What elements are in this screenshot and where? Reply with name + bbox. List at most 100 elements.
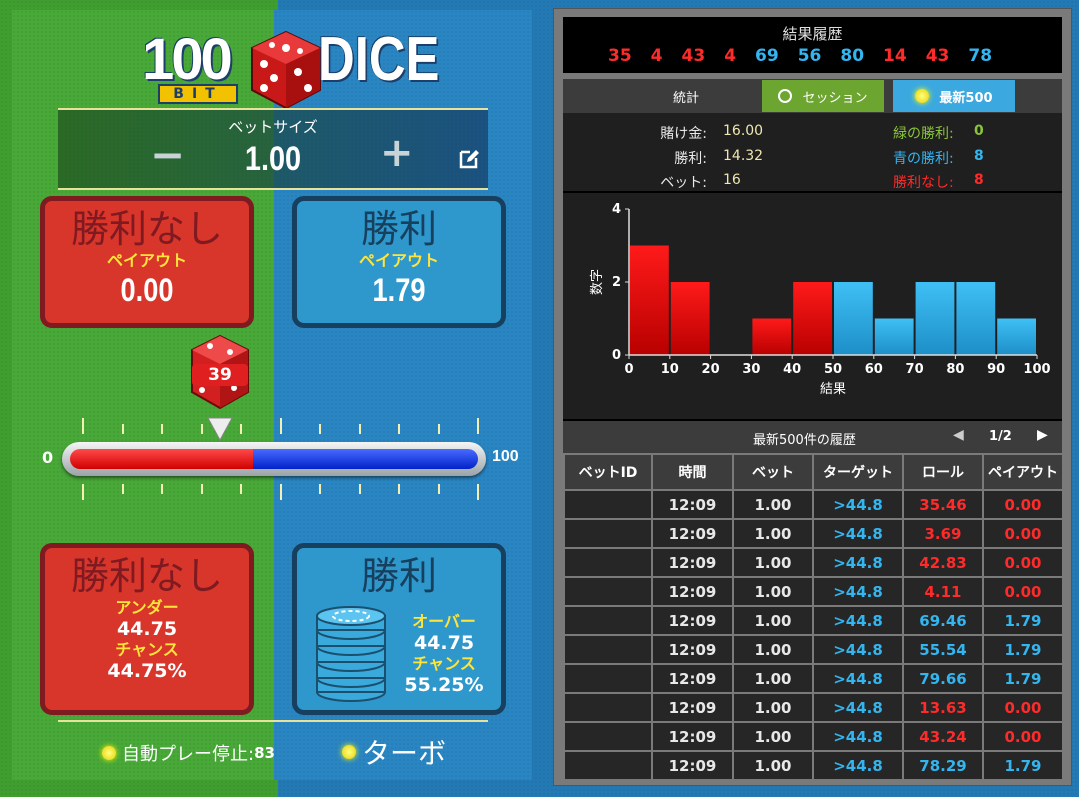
table-body: 12:09 1.00 >44.8 35.46 0.00 12:09 1.00 >44.8 3.6… bbox=[563, 489, 1064, 781]
slider-fill bbox=[70, 449, 478, 469]
target-cell: >44.8 bbox=[812, 750, 904, 781]
roll-cell: 13.63 bbox=[902, 692, 984, 723]
history-table-header: 最新500件の履歴 ◀ 1/2 ▶ bbox=[563, 421, 1062, 453]
payout-cell: 1.79 bbox=[982, 750, 1064, 781]
marker-value: 39 bbox=[192, 364, 248, 386]
bet-id-cell bbox=[563, 663, 653, 694]
roll-cell: 42.83 bbox=[902, 547, 984, 578]
table-row: 12:09 1.00 >44.8 43.24 0.00 bbox=[563, 721, 1064, 752]
bet-cell: 1.00 bbox=[732, 663, 814, 694]
win-payout-card[interactable]: 勝利 ペイアウト 1.79 bbox=[292, 196, 506, 328]
latest-500-button[interactable]: 最新500 bbox=[893, 80, 1015, 112]
autoplay-toggle[interactable]: 自動プレー停止: 83 bbox=[102, 740, 275, 766]
slider-track[interactable] bbox=[62, 442, 486, 476]
table-column-header: ロール bbox=[902, 453, 984, 491]
result-history-value: 14 bbox=[883, 46, 907, 66]
lose-payout-card[interactable]: 勝利なし ペイアウト 0.00 bbox=[40, 196, 254, 328]
dice-icon bbox=[251, 30, 321, 110]
wager-value: 16.00 bbox=[723, 123, 764, 139]
page: 100 BIT DICE ベットサイズ − 1.00 + 勝利なし ペイアウト … bbox=[0, 0, 1079, 797]
bet-size-label: ベットサイズ bbox=[228, 118, 318, 136]
target-cell: >44.8 bbox=[812, 634, 904, 665]
x-axis-label: 結果 bbox=[820, 382, 846, 397]
over-card-title: 勝利 bbox=[360, 554, 437, 598]
time-cell: 12:09 bbox=[651, 750, 734, 781]
bet-increase-button[interactable]: + bbox=[380, 130, 414, 176]
histogram-svg: 0 10 20 30 40 50 60 70 80 90 100 0 2 4 結果 数字 bbox=[590, 202, 1051, 397]
target-cell: >44.8 bbox=[812, 605, 904, 636]
logo-word: DICE bbox=[318, 25, 440, 94]
slider-tick bbox=[437, 424, 440, 434]
table-column-header: ターゲット bbox=[812, 453, 904, 491]
result-history-value: 80 bbox=[840, 46, 865, 66]
result-history-list: 35 4 43 4 69 56 80 14 43 78 bbox=[608, 46, 1011, 66]
bet-id-cell bbox=[563, 692, 653, 723]
slider-max-label: 100 bbox=[492, 448, 519, 465]
no-wins-label: 勝利なし: bbox=[893, 175, 954, 191]
under-chance-value: 44.75% bbox=[107, 660, 187, 682]
result-histogram: 0 10 20 30 40 50 60 70 80 90 100 0 2 4 結果 数字 bbox=[563, 191, 1062, 425]
chip-stack-icon bbox=[316, 606, 386, 702]
win-payout-title: 勝利 bbox=[360, 207, 437, 251]
no-wins-value: 8 bbox=[974, 172, 984, 188]
x-tick-label: 30 bbox=[742, 362, 760, 377]
under-card[interactable]: 勝利なし アンダー 44.75 チャンス 44.75% bbox=[40, 543, 254, 715]
wins-value: 14.32 bbox=[723, 148, 764, 164]
bet-id-cell bbox=[563, 489, 653, 520]
histogram-bar bbox=[997, 318, 1036, 355]
payout-cell: 0.00 bbox=[982, 721, 1064, 752]
session-button[interactable]: セッション bbox=[762, 80, 884, 112]
bet-id-cell bbox=[563, 634, 653, 665]
y-tick-label: 2 bbox=[612, 275, 621, 290]
table-column-header: ベットID bbox=[563, 453, 653, 491]
table-header-row: ベットID 時間 ベット ターゲット ロール ペイアウト bbox=[563, 453, 1064, 491]
x-tick-label: 60 bbox=[865, 362, 883, 377]
x-tick-label: 40 bbox=[783, 362, 801, 377]
roll-cell: 55.54 bbox=[902, 634, 984, 665]
bet-id-cell bbox=[563, 605, 653, 636]
bets-value: 16 bbox=[723, 172, 741, 188]
histogram-bar bbox=[752, 318, 792, 355]
latest-500-button-label: 最新500 bbox=[939, 90, 993, 106]
footer-controls: 自動プレー停止: 83 ターボ bbox=[58, 720, 488, 778]
slider-tick bbox=[319, 484, 321, 494]
bet-cell: 1.00 bbox=[732, 605, 814, 636]
game-area: 100 BIT DICE ベットサイズ − 1.00 + 勝利なし ペイアウト … bbox=[12, 10, 532, 780]
histogram-bar bbox=[630, 245, 669, 355]
bet-cell: 1.00 bbox=[732, 576, 814, 607]
blue-wins-label: 青の勝利: bbox=[893, 151, 954, 167]
x-tick-label: 20 bbox=[702, 362, 720, 377]
bet-size-panel: ベットサイズ − 1.00 + bbox=[58, 108, 488, 190]
over-info: オーバー 44.75 チャンス 55.25% bbox=[389, 612, 499, 696]
next-page-button[interactable]: ▶ bbox=[1037, 427, 1048, 443]
autoplay-count: 83 bbox=[254, 744, 275, 762]
stats-label: 統計 bbox=[673, 91, 700, 106]
time-cell: 12:09 bbox=[651, 605, 734, 636]
lose-payout-title: 勝利なし bbox=[70, 207, 223, 251]
history-table: ベットID 時間 ベット ターゲット ロール ペイアウト 12:09 1.00 >44.8 35… bbox=[563, 453, 1064, 781]
bet-cell: 1.00 bbox=[732, 721, 814, 752]
slider-tick bbox=[200, 484, 203, 494]
slider-tick bbox=[161, 484, 163, 494]
turbo-toggle[interactable]: ターボ bbox=[342, 732, 446, 772]
table-row: 12:09 1.00 >44.8 79.66 1.79 bbox=[563, 663, 1064, 694]
table-column-header: ベット bbox=[732, 453, 814, 491]
over-chance-value: 55.25% bbox=[404, 674, 484, 696]
roll-slider[interactable]: 0 100 bbox=[42, 418, 519, 524]
over-card[interactable]: 勝利 オーバー 44.75 チャンス 55.25% bbox=[292, 543, 506, 715]
roll-cell: 78.29 bbox=[902, 750, 984, 781]
edit-icon[interactable] bbox=[458, 148, 480, 170]
bet-cell: 1.00 bbox=[732, 634, 814, 665]
target-cell: >44.8 bbox=[812, 547, 904, 578]
bet-id-cell bbox=[563, 750, 653, 781]
slider-over-fill bbox=[253, 449, 478, 469]
time-cell: 12:09 bbox=[651, 663, 734, 694]
target-cell: >44.8 bbox=[812, 489, 904, 520]
bet-size-value: 1.00 bbox=[244, 140, 302, 178]
prev-page-button[interactable]: ◀ bbox=[953, 427, 964, 443]
payout-cell: 0.00 bbox=[982, 576, 1064, 607]
under-chance-label: チャンス bbox=[115, 640, 179, 659]
under-label: アンダー bbox=[115, 598, 179, 617]
histogram-bar bbox=[793, 282, 832, 355]
bet-decrease-button[interactable]: − bbox=[150, 130, 185, 179]
